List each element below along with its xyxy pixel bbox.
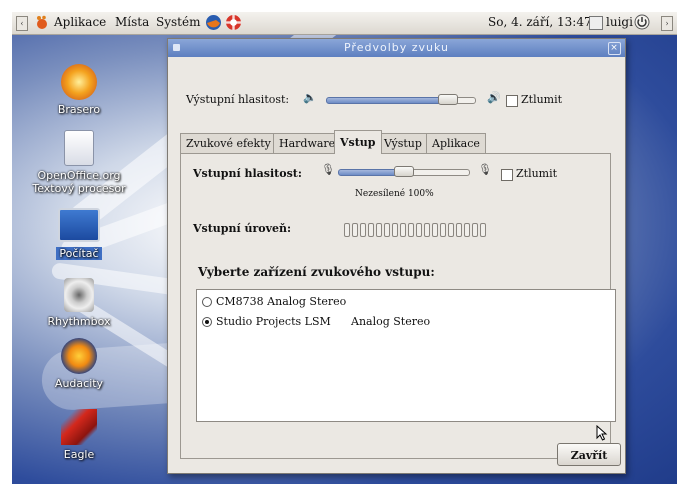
input-scale-label: Nezesílené 100% <box>355 189 434 199</box>
close-button[interactable]: Zavřít <box>557 443 621 466</box>
device-heading: Vyberte zařízení zvukového vstupu: <box>198 265 435 279</box>
output-mute-label: Ztlumit <box>521 93 563 106</box>
level-segment <box>368 223 374 237</box>
input-device-list[interactable]: CM8738 Analog Stereo Studio Projects LSM… <box>196 289 616 422</box>
device-port: Analog Stereo <box>351 315 431 328</box>
input-level-label: Vstupní úroveň: <box>193 222 292 235</box>
panel-scroll-right-button[interactable]: › <box>661 16 673 31</box>
computer-icon <box>58 208 100 242</box>
output-volume-slider[interactable] <box>326 97 449 104</box>
output-mute-checkbox[interactable] <box>506 95 518 107</box>
device-name: CM8738 Analog Stereo <box>216 295 347 308</box>
speaker-high-icon: 🔊 <box>487 91 501 104</box>
sound-preferences-window: Předvolby zvuku × Výstupní hlasitost: 🔈 … <box>167 38 626 474</box>
level-segment <box>392 223 398 237</box>
menu-system[interactable]: Systém <box>156 15 200 29</box>
desktop-icon-label: Audacity <box>54 377 104 390</box>
desktop-icon-brasero[interactable]: Brasero <box>29 64 129 116</box>
brasero-icon <box>61 64 97 100</box>
desktop-icon-computer[interactable]: Počítač <box>29 208 129 261</box>
desktop-icon-label: Brasero <box>57 103 101 116</box>
desktop-icon-rhythmbox[interactable]: Rhythmbox <box>29 278 129 328</box>
level-segment <box>344 223 350 237</box>
list-item[interactable]: CM8738 Analog Stereo <box>197 293 613 310</box>
firefox-launcher-icon[interactable] <box>205 14 222 34</box>
level-segment <box>472 223 478 237</box>
level-segment <box>376 223 382 237</box>
help-launcher-icon[interactable] <box>225 14 242 34</box>
output-volume-label: Výstupní hlasitost: <box>186 93 290 106</box>
list-item[interactable]: Studio Projects LSM Analog Stereo <box>197 313 613 330</box>
gnome-foot-icon <box>34 15 50 34</box>
level-segment <box>416 223 422 237</box>
user-name[interactable]: luigi <box>606 15 633 29</box>
tab-sound-effects[interactable]: Zvukové efekty <box>180 133 277 153</box>
window-menu-icon[interactable] <box>173 44 180 51</box>
input-level-meter <box>344 222 488 241</box>
tab-output[interactable]: Výstup <box>378 133 428 153</box>
rhythmbox-icon <box>64 278 94 312</box>
level-segment <box>456 223 462 237</box>
level-segment <box>424 223 430 237</box>
device-name: Studio Projects LSM <box>216 315 331 328</box>
output-volume-slider-handle[interactable] <box>438 94 458 105</box>
window-close-icon[interactable]: × <box>608 42 621 55</box>
level-segment <box>464 223 470 237</box>
device-radio-cm8738[interactable] <box>202 297 212 307</box>
speaker-low-icon: 🔈 <box>303 91 317 104</box>
desktop: ‹ Aplikace Místa Systém So, 4. září, 13:… <box>12 12 677 484</box>
level-segment <box>480 223 486 237</box>
desktop-icon-label: OpenOffice.org Textový procesor <box>32 169 126 195</box>
desktop-icon-label: Eagle <box>63 448 95 461</box>
level-segment <box>408 223 414 237</box>
desktop-icon-eagle[interactable]: Eagle <box>29 409 129 461</box>
level-segment <box>360 223 366 237</box>
level-segment <box>352 223 358 237</box>
window-titlebar[interactable]: Předvolby zvuku × <box>168 39 625 57</box>
level-segment <box>432 223 438 237</box>
power-icon[interactable] <box>634 14 650 33</box>
microphone-low-icon: 🎙 <box>321 163 335 176</box>
mouse-cursor-icon <box>596 424 608 445</box>
tab-input[interactable]: Vstup <box>334 130 382 154</box>
input-volume-slider-handle[interactable] <box>394 166 414 177</box>
level-segment <box>400 223 406 237</box>
level-segment <box>440 223 446 237</box>
top-panel: ‹ Aplikace Místa Systém So, 4. září, 13:… <box>12 12 677 35</box>
desktop-icon-label: Rhythmbox <box>47 315 111 328</box>
tab-applications[interactable]: Aplikace <box>426 133 486 153</box>
input-mute-checkbox[interactable] <box>501 169 513 181</box>
desktop-icon-openoffice-writer[interactable]: OpenOffice.org Textový procesor <box>29 130 129 195</box>
eagle-icon <box>61 409 97 445</box>
device-radio-studio-projects[interactable] <box>202 317 212 327</box>
tab-hardware[interactable]: Hardware <box>273 133 342 153</box>
input-volume-label: Vstupní hlasitost: <box>193 167 302 180</box>
panel-scroll-left-button[interactable]: ‹ <box>16 16 28 31</box>
desktop-icon-audacity[interactable]: Audacity <box>29 338 129 390</box>
openoffice-writer-icon <box>64 130 94 166</box>
menu-applications[interactable]: Aplikace <box>54 15 106 29</box>
level-segment <box>384 223 390 237</box>
window-title: Předvolby zvuku <box>343 41 449 54</box>
desktop-icon-label: Počítač <box>56 247 102 260</box>
level-segment <box>448 223 454 237</box>
menu-places[interactable]: Místa <box>115 15 149 29</box>
clock[interactable]: So, 4. září, 13:47 <box>488 15 592 29</box>
input-mute-label: Ztlumit <box>516 167 558 180</box>
microphone-high-icon: 🎙 <box>478 163 492 176</box>
user-switcher-icon[interactable] <box>589 16 603 30</box>
audacity-icon <box>61 338 97 374</box>
